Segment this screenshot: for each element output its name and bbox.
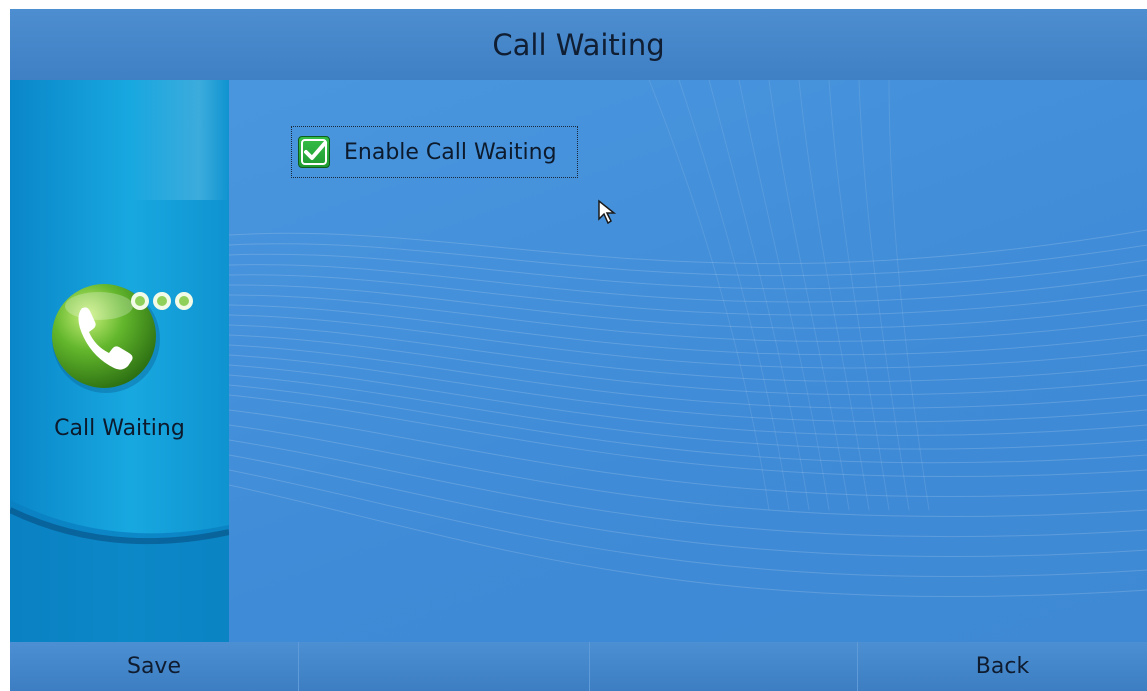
enable-call-waiting-checkbox[interactable] [298, 136, 330, 168]
softkey-bar: Save Back [10, 642, 1147, 691]
mouse-pointer-icon [598, 199, 617, 225]
softkey-save[interactable]: Save [10, 642, 299, 691]
enable-call-waiting-option[interactable]: Enable Call Waiting [291, 126, 578, 178]
checkmark-icon [301, 139, 327, 165]
page-title: Call Waiting [492, 27, 665, 62]
sidebar: Call Waiting [10, 80, 229, 642]
softkey-3[interactable] [590, 642, 858, 691]
call-waiting-phone-icon [52, 284, 193, 393]
content-area: Enable Call Waiting [229, 80, 1147, 642]
enable-call-waiting-label: Enable Call Waiting [344, 139, 557, 165]
softkey-back[interactable]: Back [858, 642, 1147, 691]
phone-screen: Call Waiting Call Waiting Enable Call Wa… [10, 9, 1147, 691]
sidebar-label: Call Waiting [54, 416, 185, 441]
softkey-2[interactable] [299, 642, 590, 691]
title-bar: Call Waiting [10, 9, 1147, 80]
